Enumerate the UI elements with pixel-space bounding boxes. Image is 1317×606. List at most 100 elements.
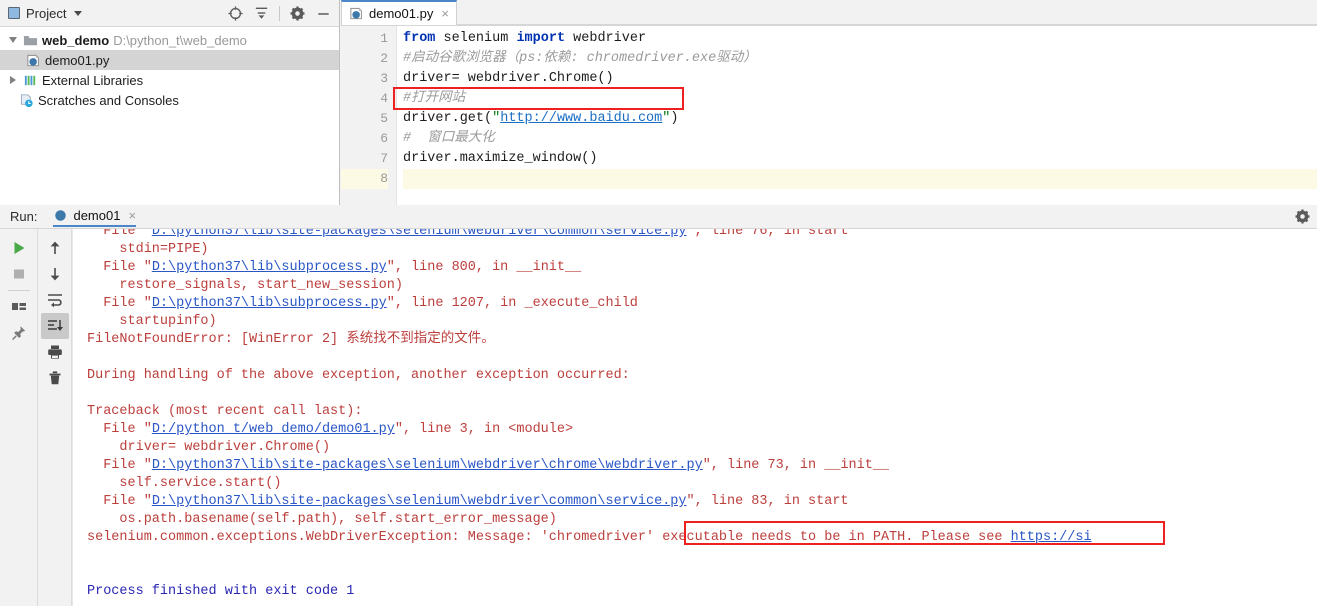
printer-icon [47, 345, 62, 359]
editor-tabbar: demo01.py × [341, 0, 1317, 26]
code-line: driver= webdriver.Chrome() [403, 69, 1317, 89]
active-tab-underline [53, 225, 137, 227]
next-occurrence-button[interactable] [41, 261, 69, 287]
prev-occurrence-button[interactable] [41, 235, 69, 261]
run-panel-label: Run: [10, 209, 38, 224]
console-link[interactable]: https://si [1011, 530, 1092, 545]
console-link[interactable]: D:\python37\lib\subprocess.py [152, 260, 387, 275]
console-text: startupinfo) [87, 314, 217, 329]
collapse-all-icon[interactable] [253, 5, 270, 22]
line-number: 5 [380, 111, 388, 126]
minimize-icon[interactable] [315, 5, 332, 22]
project-tool-window: Project web_demo D:\python_t\web_demo de… [0, 0, 340, 205]
soft-wrap-icon [47, 294, 62, 308]
run-tab-demo01[interactable]: demo01 × [53, 208, 137, 227]
console-text: File " [87, 422, 152, 437]
run-toolbar-secondary [38, 229, 72, 606]
toolbar-divider [279, 5, 280, 21]
line-number: 7 [380, 151, 388, 166]
editor-gutter: 1 2 3 4 5 6 7 8 [341, 26, 397, 205]
console-text: ", line 1207, in _execute_child [386, 296, 638, 311]
console-text: File " [87, 458, 152, 473]
rerun-button[interactable] [5, 235, 33, 261]
chevron-down-icon[interactable] [74, 10, 83, 16]
expand-toggle-icon[interactable] [6, 37, 19, 43]
console-link[interactable]: D:\python37\lib\site-packages\selenium\w… [152, 458, 703, 473]
scroll-to-end-button[interactable] [40, 313, 69, 339]
soft-wrap-button[interactable] [41, 287, 69, 313]
tree-item-external-libraries[interactable]: External Libraries [0, 70, 339, 90]
python-run-icon [53, 208, 68, 223]
code-token: driver.get( [403, 111, 493, 126]
line-number: 6 [380, 131, 388, 146]
locate-icon[interactable] [227, 5, 244, 22]
line-number: 4 [380, 91, 388, 106]
print-button[interactable] [41, 339, 69, 365]
console-text: ", line 83, in start [686, 494, 849, 509]
code-line: # 窗口最大化 [403, 129, 1317, 149]
code-token: driver= webdriver.Chrome() [403, 71, 614, 86]
pycharm-window: Project web_demo D:\python_t\web_demo de… [0, 0, 1317, 606]
code-line: #打开网站 [403, 89, 1317, 109]
settings-gear-icon[interactable] [289, 5, 306, 22]
close-icon[interactable]: × [441, 6, 449, 21]
python-file-icon [349, 6, 364, 21]
editor-tab-demo01-py[interactable]: demo01.py × [341, 0, 457, 25]
project-title-group[interactable]: Project [8, 5, 83, 21]
line-number: 8 [341, 169, 388, 189]
console-link[interactable]: D:\python37\lib\site-packages\selenium\w… [152, 229, 687, 239]
console-text: FileNotFoundError: [WinError 2] 系统找不到指定的… [87, 332, 495, 347]
tree-item-demo01-py[interactable]: demo01.py [0, 50, 339, 70]
console-line: File "D:/python_t/web_demo/demo01.py", l… [87, 421, 1317, 439]
console-link[interactable]: D:/python_t/web_demo/demo01.py [152, 422, 395, 437]
console-line: Traceback (most recent call last): [87, 403, 1317, 421]
console-toggle-button[interactable] [5, 294, 33, 320]
editor-area: demo01.py × 1 2 3 4 5 6 7 8 from seleniu… [341, 0, 1317, 205]
console-text: selenium.common.exceptions.WebDriverExce… [87, 530, 541, 545]
console-text: File " [87, 260, 152, 275]
console-text: File " [87, 494, 152, 509]
console-line: restore_signals, start_new_session) [87, 277, 1317, 295]
code-token: from [403, 31, 444, 46]
console-output[interactable]: File "D:\python37\lib\site-packages\sele… [72, 229, 1317, 606]
tree-item-scratches-and-consoles[interactable]: Scratches and Consoles [0, 90, 339, 110]
run-panel-body: File "D:\python37\lib\site-packages\sele… [0, 229, 1317, 606]
console-text: os.path.basename(self.path), self.start_… [87, 512, 557, 527]
console-line: File "D:\python37\lib\site-packages\sele… [87, 457, 1317, 475]
tree-item-label: External Libraries [42, 72, 144, 88]
console-text: ", line 800, in __init__ [386, 260, 582, 275]
console-text: ", line 73, in __init__ [702, 458, 890, 473]
console-text: stdin=PIPE) [87, 242, 209, 257]
console-line: Process finished with exit code 1 [87, 583, 1317, 601]
console-text: ", line 76, in start [686, 229, 849, 239]
expand-toggle-icon[interactable] [6, 76, 19, 84]
close-icon[interactable]: × [128, 208, 136, 223]
run-toolbar-primary [0, 229, 38, 606]
project-window-icon [8, 7, 20, 19]
settings-gear-icon[interactable] [1294, 208, 1311, 225]
code-editor[interactable]: 1 2 3 4 5 6 7 8 from selenium import web… [341, 26, 1317, 205]
pin-tab-button[interactable] [5, 320, 33, 346]
project-panel-title: Project [26, 5, 67, 21]
console-line: FileNotFoundError: [WinError 2] 系统找不到指定的… [87, 331, 1317, 349]
code-token: ) [670, 111, 679, 126]
stop-button[interactable] [5, 261, 33, 287]
tree-item-label: web_demo [42, 32, 110, 48]
console-link[interactable]: D:\python37\lib\subprocess.py [152, 296, 387, 311]
scratches-icon [19, 93, 34, 108]
code-token[interactable]: http://www.baidu.com [500, 111, 662, 126]
pin-icon [11, 326, 25, 341]
code-lines[interactable]: from selenium import webdriver #启动谷歌浏览器（p… [397, 26, 1317, 205]
console-text: File " [87, 296, 152, 311]
trash-icon [49, 371, 60, 385]
clear-all-button[interactable] [41, 365, 69, 391]
code-line: from selenium import webdriver [403, 29, 1317, 49]
console-line: self.service.start() [87, 475, 1317, 493]
console-text: File " [87, 229, 152, 239]
console-link[interactable]: D:\python37\lib\site-packages\selenium\w… [152, 494, 687, 509]
tree-item-label: demo01.py [45, 52, 110, 68]
tree-item-label: Scratches and Consoles [38, 92, 179, 108]
tree-item-web-demo[interactable]: web_demo D:\python_t\web_demo [0, 30, 339, 50]
code-token: #启动谷歌浏览器（ps:依赖: chromedriver.exe驱动） [403, 51, 757, 66]
